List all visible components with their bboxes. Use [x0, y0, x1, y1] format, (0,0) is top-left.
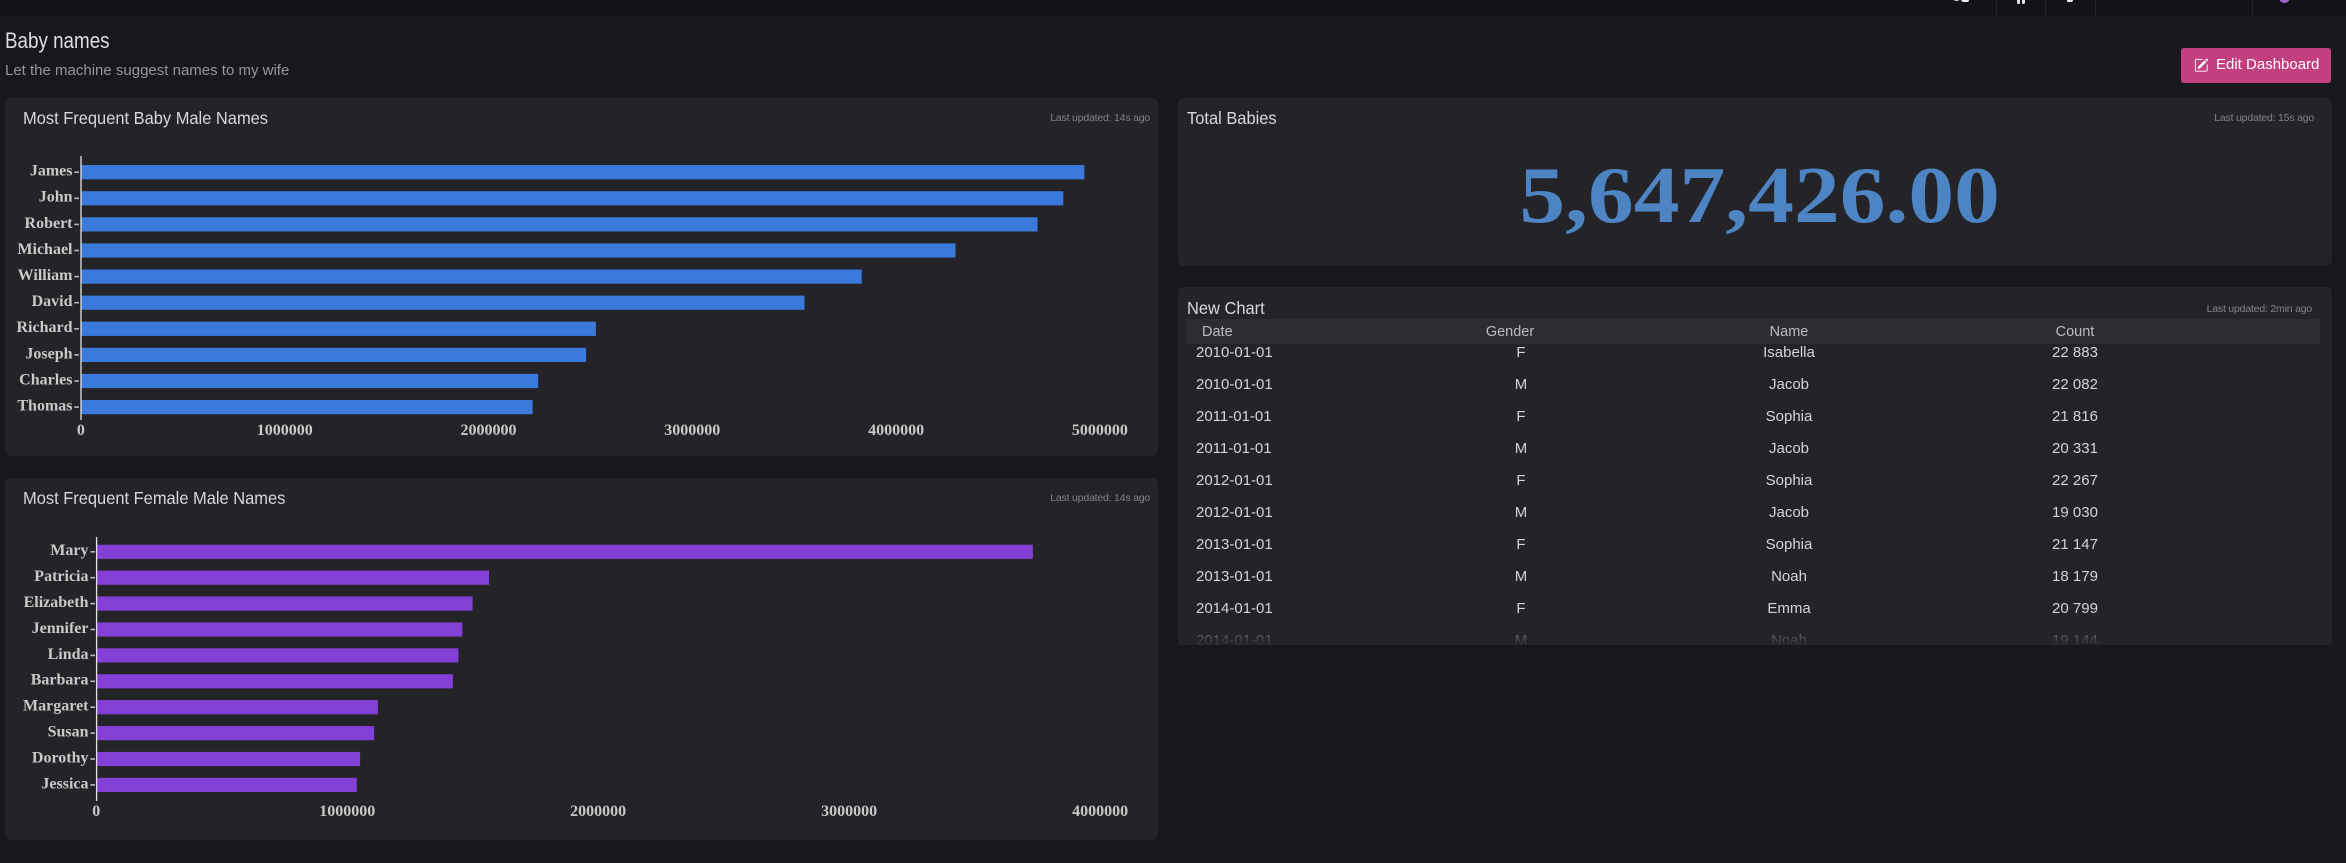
svg-text:1000000: 1000000 [257, 422, 313, 439]
svg-text:4000000: 4000000 [868, 422, 924, 439]
svg-text:Joseph: Joseph [25, 345, 72, 362]
svg-text:Thomas: Thomas [17, 398, 72, 415]
svg-text:Richard: Richard [17, 319, 73, 336]
svg-text:Margaret: Margaret [23, 698, 89, 715]
svg-text:0: 0 [92, 803, 100, 820]
svg-text:Susan: Susan [48, 724, 89, 741]
svg-text:Charles: Charles [19, 371, 72, 388]
svg-text:Jennifer: Jennifer [32, 620, 89, 637]
svg-text:Elizabeth: Elizabeth [24, 594, 89, 611]
svg-text:2000000: 2000000 [570, 803, 626, 820]
svg-text:William: William [18, 267, 73, 284]
svg-text:3000000: 3000000 [821, 803, 877, 820]
svg-text:2000000: 2000000 [461, 422, 517, 439]
svg-text:Jessica: Jessica [41, 775, 88, 792]
svg-text:Mary: Mary [50, 542, 88, 559]
svg-text:David: David [32, 293, 73, 310]
svg-text:Robert: Robert [25, 215, 74, 232]
svg-text:4000000: 4000000 [1072, 803, 1128, 820]
svg-text:John: John [39, 189, 73, 206]
svg-text:3000000: 3000000 [664, 422, 720, 439]
svg-text:Dorothy: Dorothy [32, 749, 89, 766]
svg-text:James: James [30, 163, 73, 180]
svg-text:5000000: 5000000 [1072, 422, 1128, 439]
svg-text:1000000: 1000000 [319, 803, 375, 820]
svg-text:0: 0 [77, 422, 85, 439]
svg-text:Barbara: Barbara [31, 672, 89, 689]
svg-text:Michael: Michael [17, 241, 73, 258]
svg-text:Patricia: Patricia [34, 568, 88, 585]
svg-text:Linda: Linda [48, 646, 89, 663]
